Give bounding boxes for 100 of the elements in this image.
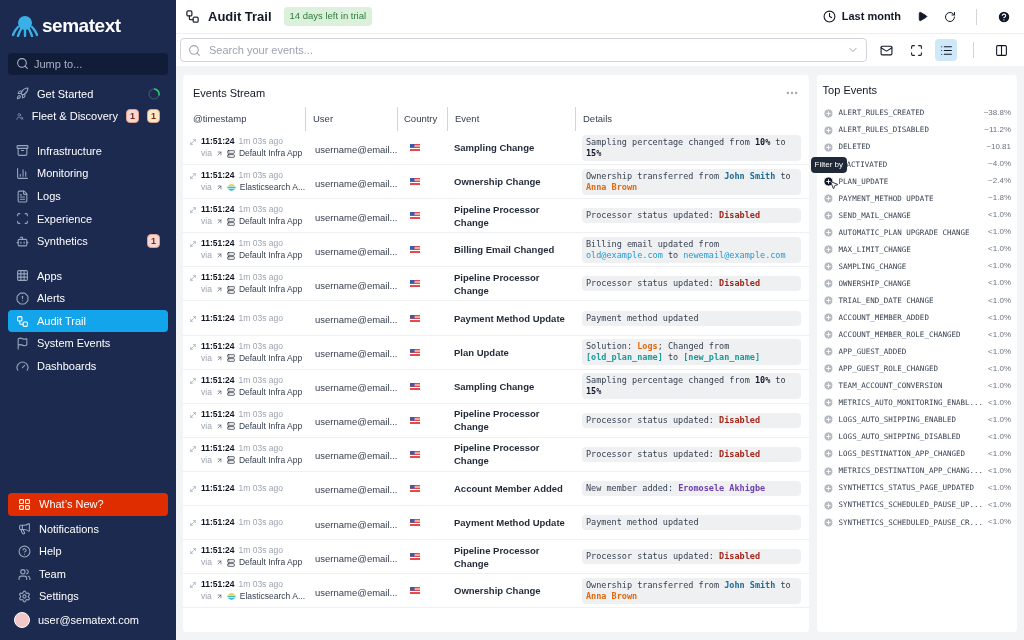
expand-row-icon[interactable] <box>189 581 197 590</box>
us-flag-icon <box>410 519 420 527</box>
sidebar-item[interactable]: Fleet & Discovery 1 1 <box>8 105 168 128</box>
event-name: Sampling Change <box>454 379 536 393</box>
event-name: Pipeline Processor Change <box>454 202 541 229</box>
via-label: via <box>200 182 212 194</box>
whats-new-button[interactable]: What’s New? <box>8 493 168 516</box>
sidebar-item[interactable]: Notifications <box>8 517 168 541</box>
sidebar-item[interactable]: Infrastructure <box>8 139 168 163</box>
arrow-icon <box>215 559 223 567</box>
event-time: 11:51:24 <box>200 170 235 182</box>
expand-row-icon[interactable] <box>189 376 197 385</box>
expand-row-icon[interactable] <box>189 206 197 215</box>
source-app[interactable]: Default Infra App <box>238 420 303 432</box>
via-label: via <box>201 557 212 569</box>
source-app[interactable]: Default Infra App <box>238 148 303 160</box>
expand-row-icon[interactable] <box>189 519 197 528</box>
via-label: via <box>201 284 212 296</box>
progress-ring-icon <box>148 87 160 100</box>
help-icon <box>18 545 31 558</box>
expand-row-icon[interactable] <box>189 240 197 249</box>
gauge-icon <box>16 359 29 373</box>
source-app[interactable]: Default Infra App <box>238 284 303 296</box>
source-app[interactable]: Default Infra App <box>238 216 303 228</box>
source-app[interactable]: Elasticsearch A... <box>239 591 305 603</box>
sidebar-item[interactable]: Alerts <box>8 287 168 310</box>
us-flag-icon <box>410 280 420 288</box>
sidebar-item[interactable]: Experience <box>8 207 168 231</box>
user-menu[interactable]: user@sematext.com <box>8 608 168 632</box>
elasticsearch-icon <box>226 592 236 602</box>
source-app[interactable]: Default Infra App <box>238 352 303 364</box>
column-header[interactable]: Event <box>455 111 480 127</box>
relative-time: 1m 03s ago <box>238 136 283 148</box>
grid-icon <box>18 497 31 511</box>
source-app[interactable]: Default Infra App <box>238 386 303 398</box>
sidebar-item[interactable]: Dashboards <box>8 355 168 378</box>
sidebar-item[interactable]: System Events <box>8 332 168 356</box>
expand-row-icon[interactable] <box>189 314 197 323</box>
expand-row-icon[interactable] <box>189 485 197 493</box>
column-header[interactable]: Details <box>583 111 613 127</box>
arrow-icon <box>215 354 223 362</box>
event-time: 11:51:24 <box>200 579 235 591</box>
expand-row-icon[interactable] <box>189 342 197 351</box>
clock-icon <box>822 10 836 23</box>
source-app[interactable]: Default Infra App <box>238 557 303 569</box>
sidebar-item[interactable]: Synthetics 1 <box>8 230 168 253</box>
count-badge: 1 <box>126 109 139 124</box>
expand-row-icon[interactable] <box>189 138 197 147</box>
list-icon[interactable] <box>935 39 957 61</box>
event-share: <1.0% <box>988 413 1011 426</box>
refresh-icon[interactable] <box>944 10 956 23</box>
column-header[interactable]: @timestamp <box>193 111 247 127</box>
event-search-field[interactable]: Search your events... <box>180 38 867 62</box>
column-header[interactable]: Country <box>404 111 438 127</box>
expand-row-icon[interactable] <box>189 172 197 181</box>
event-share: <1.0% <box>988 226 1011 239</box>
user-email: username@email... <box>315 211 398 223</box>
user-email: username@email... <box>315 177 398 189</box>
us-flag-icon <box>410 485 420 492</box>
event-time: 11:51:24 <box>201 483 235 494</box>
relative-time: 1m 03s ago <box>238 340 283 352</box>
event-share: <1.0% <box>988 482 1011 495</box>
add-filter-icon[interactable] <box>822 175 834 187</box>
source-app[interactable]: Default Infra App <box>238 454 303 466</box>
arrow-icon <box>215 252 223 260</box>
source-app[interactable]: Elasticsearch A... <box>239 182 305 194</box>
help-icon[interactable] <box>997 9 1011 24</box>
panel-title: Top Events <box>822 83 878 98</box>
event-share: <1.0% <box>988 465 1011 477</box>
arrow-icon <box>215 150 223 158</box>
time-range-button[interactable]: Last month <box>822 8 901 25</box>
server-icon <box>226 456 235 465</box>
sidebar-item[interactable]: Get Started <box>8 82 168 106</box>
event-time: 11:51:24 <box>201 340 235 352</box>
column-header[interactable]: User <box>313 111 334 127</box>
event-name: Pipeline Processor Change <box>454 543 541 570</box>
expand-row-icon[interactable] <box>189 274 197 283</box>
source-app[interactable]: Default Infra App <box>238 250 303 262</box>
bar-chart-icon <box>16 167 29 181</box>
user-email: username@email... <box>315 450 398 462</box>
tooltip: Filter by <box>810 156 848 173</box>
user-email: username@email... <box>315 416 398 428</box>
via-label: via <box>201 386 212 398</box>
sidebar-item[interactable]: Monitoring <box>8 162 168 185</box>
play-icon[interactable] <box>917 11 928 22</box>
us-flag-icon <box>410 553 420 561</box>
sidebar-item[interactable]: Apps <box>8 264 168 288</box>
sidebar-item[interactable]: Settings <box>8 585 168 608</box>
sidebar-item[interactable]: Logs <box>8 184 168 208</box>
trial-badge: 14 days left in trial <box>283 7 373 26</box>
expand-row-icon[interactable] <box>189 444 197 453</box>
sidebar-item[interactable]: Help <box>8 540 168 563</box>
sidebar-item[interactable]: Team <box>8 562 168 586</box>
expand-row-icon[interactable] <box>189 547 197 556</box>
jump-to-field[interactable]: Jump to... <box>8 52 168 75</box>
expand-row-icon[interactable] <box>189 410 197 419</box>
event-share: <1.0% <box>988 499 1011 512</box>
event-details: Sampling percentage changed from 10% to 15% <box>582 134 801 161</box>
event-time: 11:51:24 <box>201 545 235 557</box>
search-icon <box>188 43 201 57</box>
